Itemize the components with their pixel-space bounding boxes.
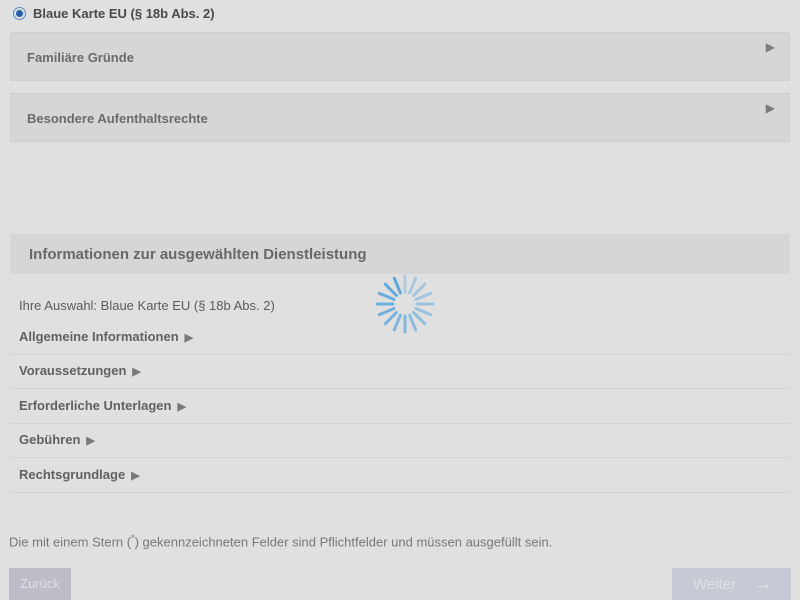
spinner-ray bbox=[414, 307, 433, 317]
spinner-ray bbox=[411, 282, 427, 298]
spinner-ray bbox=[383, 310, 399, 326]
spinner-ray bbox=[383, 282, 399, 298]
spinner-ray bbox=[408, 276, 418, 295]
spinner-ray bbox=[377, 291, 396, 301]
spinner-ray bbox=[411, 310, 427, 326]
spinner-ray bbox=[377, 307, 396, 317]
spinner-ray bbox=[392, 276, 402, 295]
spinner-ray bbox=[392, 313, 402, 332]
spinner-ray bbox=[408, 313, 418, 332]
spinner-ray bbox=[414, 291, 433, 301]
page: Blaue Karte EU (§ 18b Abs. 2) Familiäre … bbox=[0, 0, 800, 600]
loading-spinner-icon bbox=[375, 274, 435, 334]
